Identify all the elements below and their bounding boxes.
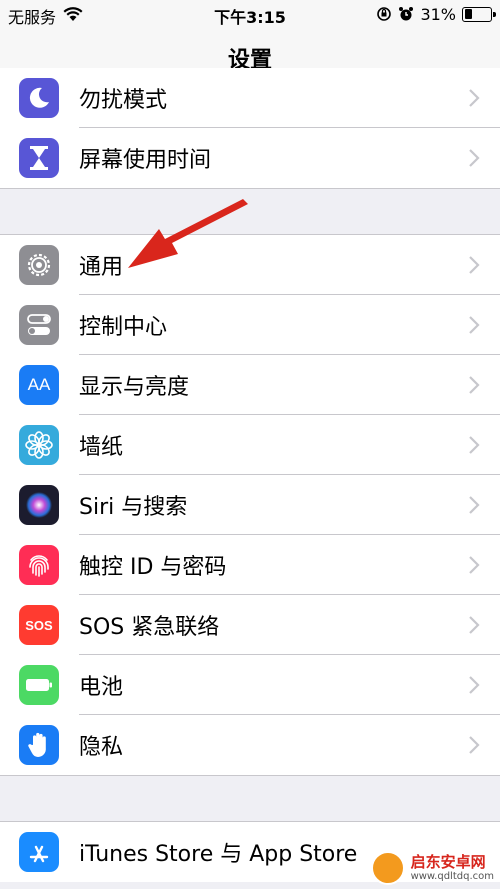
row-label: 电池 xyxy=(79,675,124,700)
row-label: 触控 ID 与密码 xyxy=(79,555,227,580)
battery-icon xyxy=(19,665,59,705)
row-label: 墙纸 xyxy=(79,435,124,460)
chevron-right-icon xyxy=(469,556,480,574)
row-battery[interactable]: 电池 xyxy=(0,655,500,715)
chevron-right-icon xyxy=(469,89,480,107)
row-label: Siri 与搜索 xyxy=(79,495,188,520)
hourglass-icon xyxy=(19,138,59,178)
toggle-icon xyxy=(19,305,59,345)
chevron-right-icon xyxy=(469,496,480,514)
text-size-icon: AA xyxy=(19,365,59,405)
row-display-brightness[interactable]: AA 显示与亮度 xyxy=(0,355,500,415)
row-label: 屏幕使用时间 xyxy=(79,148,212,173)
alarm-icon xyxy=(399,7,414,21)
sos-icon: SOS xyxy=(19,605,59,645)
row-label: iTunes Store 与 App Store xyxy=(79,842,358,867)
row-label: 通用 xyxy=(79,255,124,280)
app-store-icon xyxy=(19,832,59,872)
row-siri-search[interactable]: Siri 与搜索 xyxy=(0,475,500,535)
chevron-right-icon xyxy=(469,436,480,454)
watermark-name: 启东安卓网 xyxy=(410,853,486,872)
row-label: 勿扰模式 xyxy=(79,88,168,113)
chevron-right-icon xyxy=(469,376,480,394)
flower-icon xyxy=(19,425,59,465)
watermark: 启东安卓网 www.qdltdq.com xyxy=(370,851,494,885)
row-privacy[interactable]: 隐私 xyxy=(0,715,500,775)
row-touch-id-passcode[interactable]: 触控 ID 与密码 xyxy=(0,535,500,595)
chevron-right-icon xyxy=(469,736,480,754)
status-right: 31% xyxy=(376,4,496,24)
chevron-right-icon xyxy=(469,149,480,167)
settings-group-1: 勿扰模式 屏幕使用时间 xyxy=(0,68,500,189)
row-label: 显示与亮度 xyxy=(79,375,190,400)
moon-icon xyxy=(19,78,59,118)
orientation-lock-icon xyxy=(377,7,392,21)
watermark-url: www.qdltdq.com xyxy=(410,870,494,882)
gear-icon xyxy=(19,245,59,285)
chevron-right-icon xyxy=(469,676,480,694)
chevron-right-icon xyxy=(469,316,480,334)
battery-icon xyxy=(462,6,496,22)
icon-text: SOS xyxy=(25,617,53,633)
row-general[interactable]: 通用 xyxy=(0,235,500,295)
row-label: 控制中心 xyxy=(79,315,168,340)
row-label: SOS 紧急联络 xyxy=(79,615,220,640)
settings-group-2: 通用 控制中心 AA 显示与亮度 墙纸 Siri 与搜索 触控 ID 与密码 S… xyxy=(0,234,500,776)
status-bar: 无服务 下午3:15 31% xyxy=(0,0,500,30)
battery-fill xyxy=(464,9,473,19)
siri-icon xyxy=(19,485,59,525)
row-control-center[interactable]: 控制中心 xyxy=(0,295,500,355)
watermark-logo-icon xyxy=(370,851,405,885)
hand-icon xyxy=(19,725,59,765)
row-label: 隐私 xyxy=(79,735,124,760)
row-screen-time[interactable]: 屏幕使用时间 xyxy=(0,128,500,188)
chevron-right-icon xyxy=(469,616,480,634)
row-do-not-disturb[interactable]: 勿扰模式 xyxy=(0,68,500,128)
battery-percent: 31% xyxy=(420,4,456,24)
row-wallpaper[interactable]: 墙纸 xyxy=(0,415,500,475)
chevron-right-icon xyxy=(469,256,480,274)
row-emergency-sos[interactable]: SOS SOS 紧急联络 xyxy=(0,595,500,655)
icon-text: AA xyxy=(27,375,51,394)
fingerprint-icon xyxy=(19,545,59,585)
